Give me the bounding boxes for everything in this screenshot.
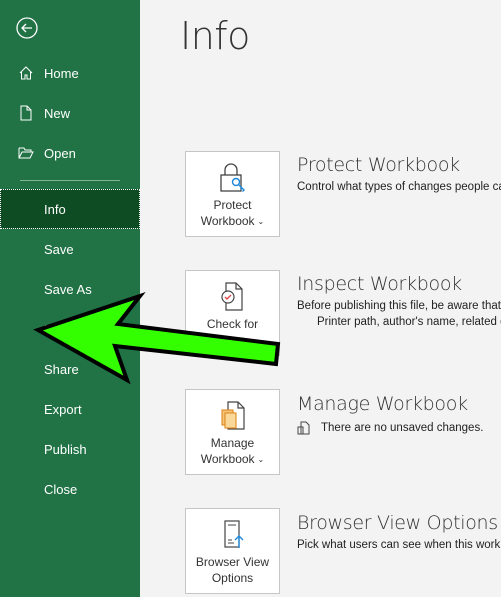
section-title: Manage Workbook (297, 393, 468, 415)
browser-view-options-section: Browser View Options Pick what users can… (297, 512, 501, 551)
chevron-down-icon: ⌄ (257, 454, 265, 464)
backstage-sidebar: Home New Open Info Save Save As Print Sh… (0, 0, 140, 597)
manage-workbook-button[interactable]: Manage Workbook ⌄ (185, 389, 280, 475)
status-text: There are no unsaved changes. (321, 422, 484, 434)
lock-key-icon (219, 163, 245, 192)
section-description: Control what types of changes people can… (297, 181, 501, 193)
sidebar-item-export[interactable]: Export (0, 389, 140, 429)
protect-workbook-button[interactable]: Protect Workbook ⌄ (185, 151, 280, 237)
section-description: Before publishing this file, be aware th… (297, 300, 501, 312)
section-title: Protect Workbook (297, 154, 460, 176)
section-description: Pick what users can see when this workbo… (297, 539, 501, 551)
sidebar-item-label: Info (44, 201, 66, 217)
open-folder-icon (18, 147, 34, 159)
sidebar-item-open[interactable]: Open (0, 133, 140, 173)
section-title: Browser View Options (297, 512, 498, 534)
sidebar-item-label: New (44, 105, 71, 121)
browser-view-icon (223, 520, 243, 548)
tile-label: Workbook (200, 452, 255, 466)
info-pane: Info Protect Workbook ⌄ Protect Workbook C… (140, 0, 501, 597)
check-for-issues-button[interactable]: Check for Issues ⌄ (185, 270, 280, 356)
sidebar-item-close[interactable]: Close (0, 469, 140, 509)
tile-label: Protect (213, 198, 252, 212)
sidebar-item-publish[interactable]: Publish (0, 429, 140, 469)
sidebar-divider (20, 180, 120, 181)
sidebar-item-label: Save (44, 241, 74, 257)
new-document-icon (20, 105, 32, 121)
bullet-text: Printer path, author's name, related dat… (317, 316, 501, 328)
sidebar-item-label: Publish (44, 441, 87, 457)
document-check-icon (220, 282, 243, 311)
unsaved-status: There are no unsaved changes. (297, 421, 501, 435)
page-title: Info (180, 14, 250, 58)
tile-label: Issues (210, 333, 245, 347)
sidebar-item-label: Export (44, 401, 82, 417)
sidebar-item-label: Share (44, 361, 79, 377)
sidebar-item-label: Print (44, 321, 71, 337)
back-arrow-circle-icon[interactable] (16, 17, 38, 39)
document-versions-icon (297, 421, 310, 435)
sidebar-item-label: Home (44, 65, 79, 81)
sidebar-item-info[interactable]: Info (0, 189, 140, 229)
inspect-bullet-item: Printer path, author's name, related dat… (297, 316, 501, 328)
sidebar-item-save[interactable]: Save (0, 229, 140, 269)
sidebar-item-share[interactable]: Share (0, 349, 140, 389)
protect-workbook-section: Protect Workbook Control what types of c… (297, 154, 501, 193)
tile-label: Check for (206, 317, 259, 331)
inspect-workbook-section: Inspect Workbook Before publishing this … (297, 273, 501, 328)
sidebar-item-new[interactable]: New (0, 93, 140, 133)
manage-workbook-section: Manage Workbook There are no unsaved cha… (297, 393, 501, 435)
tile-label: Browser View (195, 555, 270, 569)
sidebar-item-label: Save As (44, 281, 92, 297)
browser-view-options-button[interactable]: Browser View Options (185, 508, 280, 594)
chevron-down-icon: ⌄ (247, 335, 255, 345)
tile-label: Workbook (200, 214, 255, 228)
sidebar-item-print[interactable]: Print (0, 309, 140, 349)
tile-label: Options (211, 571, 254, 585)
section-title: Inspect Workbook (297, 273, 462, 295)
manage-workbook-icon (220, 401, 245, 430)
home-icon (19, 66, 33, 80)
sidebar-item-home[interactable]: Home (0, 53, 140, 93)
sidebar-item-label: Close (44, 481, 78, 497)
sidebar-item-save-as[interactable]: Save As (0, 269, 140, 309)
chevron-down-icon: ⌄ (257, 216, 265, 226)
sidebar-item-label: Open (44, 145, 76, 161)
tile-label: Manage (210, 436, 255, 450)
